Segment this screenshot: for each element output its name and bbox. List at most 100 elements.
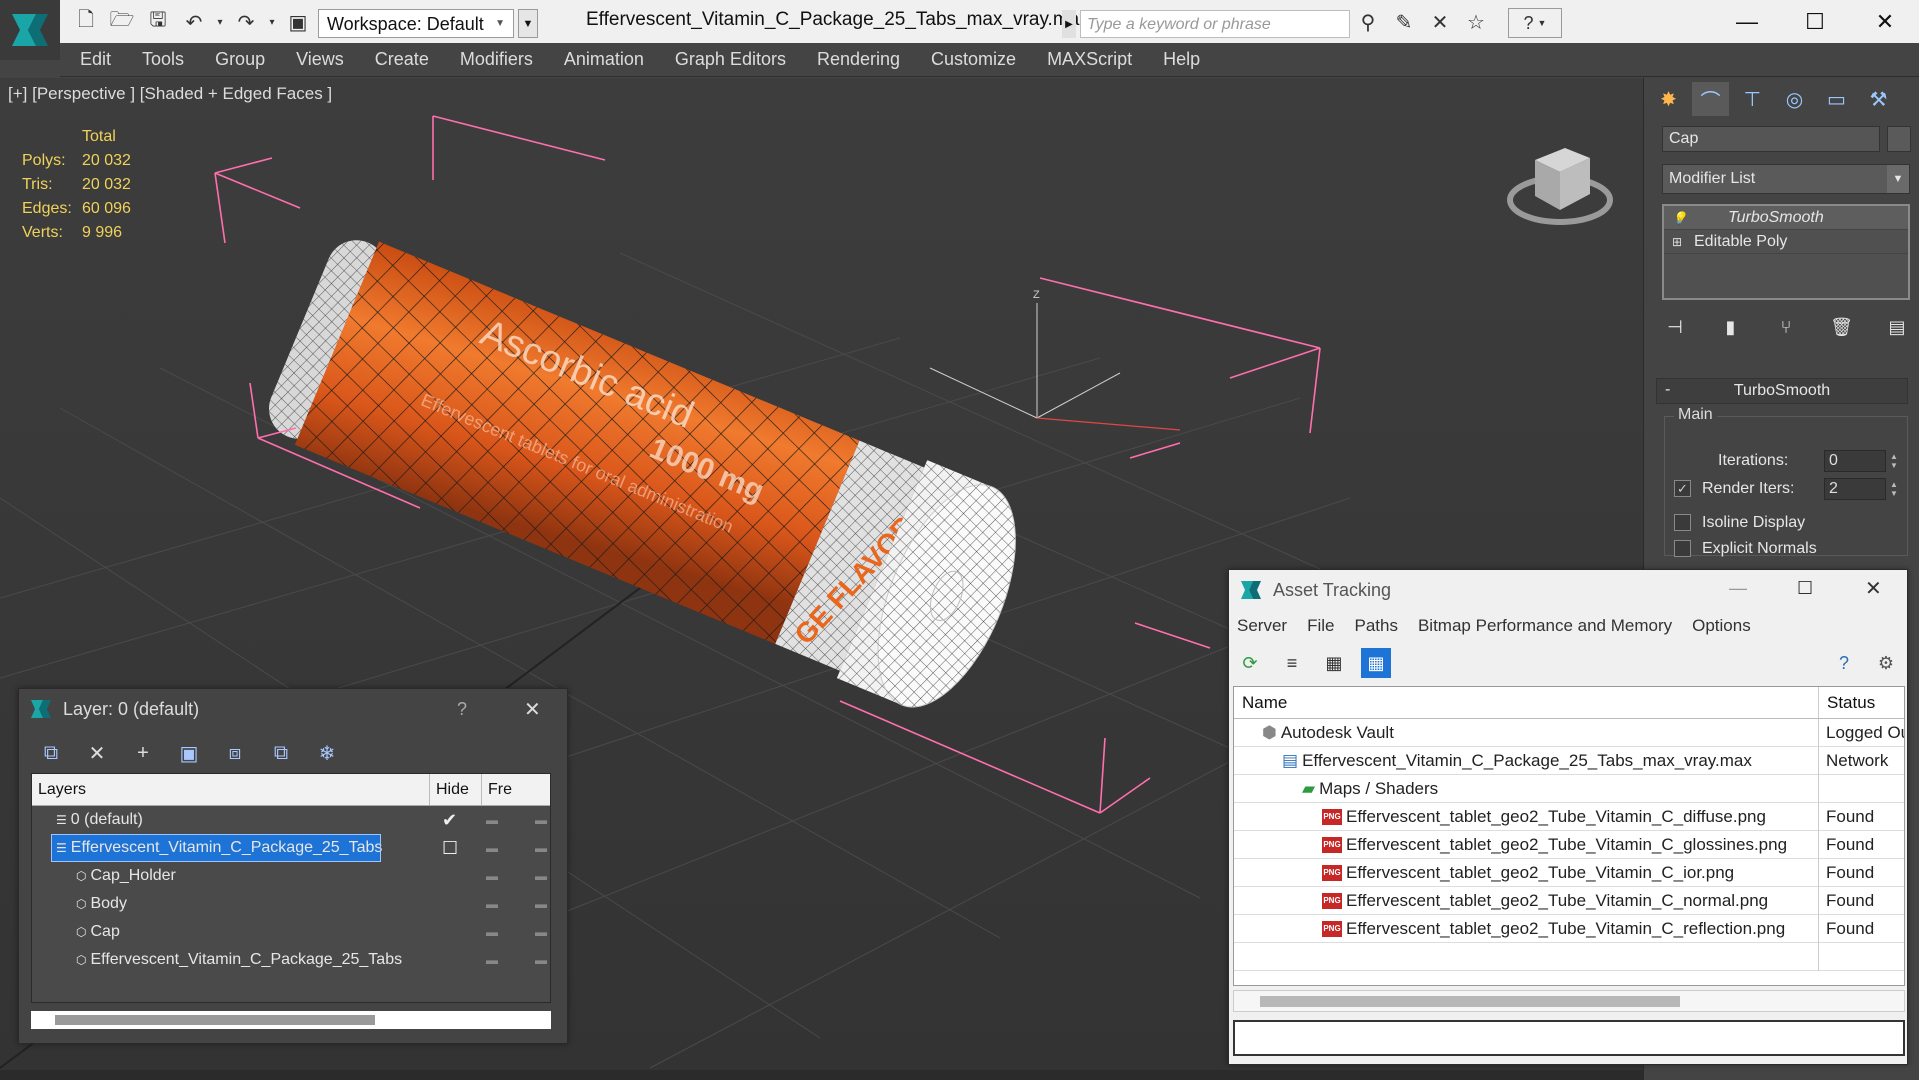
hide-toggle-icon[interactable]: ▬	[486, 841, 506, 855]
layer-row[interactable]: ⬡ Cap_Holder ▬ ▬	[32, 862, 550, 890]
menu-create[interactable]: Create	[375, 49, 429, 70]
utilities-tab-icon[interactable]: ⚒	[1860, 82, 1897, 116]
scrollbar-thumb[interactable]	[55, 1015, 375, 1025]
column-layers[interactable]: Layers	[32, 774, 430, 805]
render-iters-checkbox[interactable]: ✓	[1674, 480, 1691, 497]
set-current-checkbox[interactable]: ☐	[442, 838, 458, 859]
remove-modifier-icon[interactable]: 🗑	[1825, 312, 1859, 342]
spinner-arrows-icon[interactable]: ▲ ▼	[1888, 450, 1900, 472]
workspace-selector[interactable]: Workspace: Default ▼	[318, 9, 514, 38]
undo-dropdown-icon[interactable]: ▾	[206, 8, 234, 36]
asset-row[interactable]: PNG Effervescent_tablet_geo2_Tube_Vitamin…	[1234, 859, 1904, 887]
freeze-toggle-icon[interactable]: ▬	[535, 869, 547, 883]
thumbnail-view-icon[interactable]: ▦	[1319, 648, 1349, 678]
asset-row[interactable]: PNG Effervescent_tablet_geo2_Tube_Vitamin…	[1234, 803, 1904, 831]
hide-toggle-icon[interactable]: ▬	[486, 897, 506, 911]
layer-scrollbar[interactable]	[31, 1011, 551, 1029]
make-unique-icon[interactable]: ⑂	[1769, 312, 1803, 342]
help-button[interactable]: ? ▼	[1508, 8, 1562, 38]
save-icon[interactable]: 🖫	[144, 8, 172, 36]
menu-group[interactable]: Group	[215, 49, 265, 70]
close-button[interactable]: ✕	[1860, 4, 1910, 40]
current-layer-icon[interactable]: ✔	[442, 810, 457, 831]
menu-paths[interactable]: Paths	[1354, 616, 1397, 636]
help-icon[interactable]: ?	[457, 699, 467, 720]
asset-tracking-titlebar[interactable]: Asset Tracking — ☐ ✕	[1229, 570, 1907, 610]
hide-toggle-icon[interactable]: ▬	[486, 813, 506, 827]
close-icon[interactable]: ✕	[524, 697, 541, 722]
object-name-field[interactable]: Cap	[1662, 126, 1880, 152]
delete-layer-icon[interactable]: ✕	[83, 739, 111, 767]
search-expand-icon[interactable]: ▶	[1062, 10, 1076, 38]
menu-customize[interactable]: Customize	[931, 49, 1016, 70]
menu-animation[interactable]: Animation	[564, 49, 644, 70]
asset-row[interactable]: PNG Effervescent_tablet_geo2_Tube_Vitamin…	[1234, 831, 1904, 859]
open-file-icon[interactable]: 🗁	[108, 8, 136, 36]
menu-views[interactable]: Views	[296, 49, 344, 70]
layer-row[interactable]: ⬡ Body ▬ ▬	[32, 890, 550, 918]
hide-all-layers-icon[interactable]: ⧉	[267, 739, 295, 767]
menu-tools[interactable]: Tools	[142, 49, 184, 70]
layer-row[interactable]: ☰ Effervescent_Vitamin_C_Package_25_Tabs…	[32, 834, 550, 862]
hierarchy-tab-icon[interactable]: ⊤	[1734, 82, 1771, 116]
search-input[interactable]: Type a keyword or phrase	[1080, 10, 1350, 38]
select-layer-icon[interactable]: ⧈	[221, 739, 249, 767]
hide-toggle-icon[interactable]: ▬	[486, 925, 506, 939]
communication-icon[interactable]: ✕	[1426, 8, 1454, 36]
tools-icon[interactable]: ✎	[1390, 8, 1418, 36]
asset-row[interactable]: PNG Effervescent_tablet_geo2_Tube_Vitamin…	[1234, 887, 1904, 915]
freeze-toggle-icon[interactable]: ▬	[535, 925, 547, 939]
select-in-layer-icon[interactable]: ▣	[175, 739, 203, 767]
asset-row[interactable]: ▰ Maps / Shaders	[1234, 775, 1904, 803]
isoline-display-checkbox[interactable]	[1674, 514, 1691, 531]
viewcube-icon[interactable]	[1505, 130, 1615, 230]
list-view-icon[interactable]: ≡	[1277, 648, 1307, 678]
refresh-icon[interactable]: ⟳	[1235, 648, 1265, 678]
column-hide[interactable]: Hide	[430, 774, 482, 805]
asset-row[interactable]: ▤ Effervescent_Vitamin_C_Package_25_Tabs_…	[1234, 747, 1904, 775]
minimize-icon[interactable]: —	[1729, 578, 1747, 599]
menu-modifiers[interactable]: Modifiers	[460, 49, 533, 70]
layer-row[interactable]: ⬡ Cap ▬ ▬	[32, 918, 550, 946]
light-bulb-icon[interactable]: 💡	[1672, 211, 1694, 225]
table-view-icon[interactable]: ▦	[1361, 648, 1391, 678]
redo-dropdown-icon[interactable]: ▾	[258, 8, 286, 36]
app-menu-button[interactable]	[0, 0, 60, 60]
asset-scrollbar[interactable]	[1233, 990, 1905, 1012]
menu-help[interactable]: Help	[1163, 49, 1200, 70]
menu-file[interactable]: File	[1307, 616, 1334, 636]
menu-maxscript[interactable]: MAXScript	[1047, 49, 1132, 70]
layer-row[interactable]: ☰ 0 (default) ✔ ▬ ▬	[32, 806, 550, 834]
show-end-result-icon[interactable]: ▮	[1714, 312, 1748, 342]
stack-item-turbosmooth[interactable]: 💡 TurboSmooth	[1664, 206, 1908, 230]
display-tab-icon[interactable]: ▭	[1818, 82, 1855, 116]
explicit-normals-checkbox[interactable]	[1674, 540, 1691, 557]
freeze-toggle-icon[interactable]: ▬	[535, 841, 547, 855]
project-folder-icon[interactable]: ▣	[284, 8, 312, 36]
pin-stack-icon[interactable]: ⊣	[1658, 312, 1692, 342]
freeze-all-layers-icon[interactable]: ❄	[313, 739, 341, 767]
binoculars-icon[interactable]: ⚲	[1354, 8, 1382, 36]
new-layer-icon[interactable]: ⧉	[37, 739, 65, 767]
freeze-toggle-icon[interactable]: ▬	[535, 897, 547, 911]
spinner-arrows-icon[interactable]: ▲ ▼	[1888, 478, 1900, 500]
maximize-button[interactable]: ☐	[1790, 4, 1840, 40]
render-iters-spinner[interactable]: 2	[1824, 478, 1886, 500]
vault-settings-icon[interactable]: ⚙	[1871, 648, 1901, 678]
motion-tab-icon[interactable]: ◎	[1776, 82, 1813, 116]
workspace-menu-button[interactable]: ▼	[518, 9, 538, 38]
menu-graph-editors[interactable]: Graph Editors	[675, 49, 786, 70]
layer-explorer-titlebar[interactable]: Layer: 0 (default) ? ✕	[19, 689, 567, 729]
hide-toggle-icon[interactable]: ▬	[486, 869, 506, 883]
new-file-icon[interactable]: 🗋	[72, 8, 100, 36]
favorites-star-icon[interactable]: ☆	[1462, 8, 1490, 36]
minimize-button[interactable]: —	[1722, 4, 1772, 40]
menu-server[interactable]: Server	[1237, 616, 1287, 636]
iterations-spinner[interactable]: 0	[1824, 450, 1886, 472]
stack-item-editable-poly[interactable]: ⊞ Editable Poly	[1664, 230, 1908, 254]
column-name[interactable]: Name	[1234, 687, 1819, 718]
turbosmooth-rollout-header[interactable]: - TurboSmooth	[1656, 378, 1908, 404]
hide-toggle-icon[interactable]: ▬	[486, 953, 506, 967]
freeze-toggle-icon[interactable]: ▬	[535, 813, 547, 827]
asset-path-field[interactable]	[1233, 1020, 1905, 1056]
